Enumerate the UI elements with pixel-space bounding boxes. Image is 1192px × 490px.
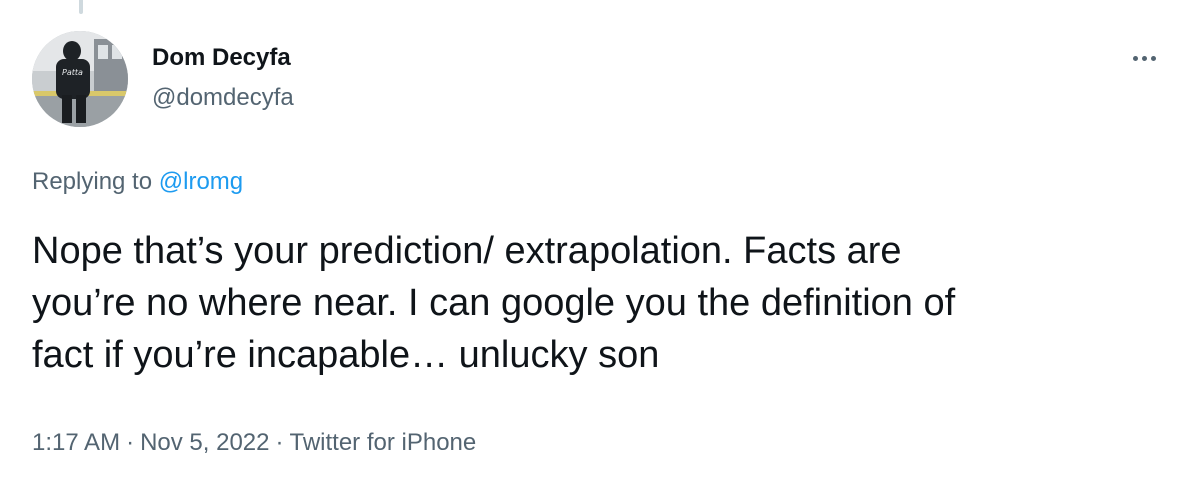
reply-mention-link[interactable]: @lromg — [159, 168, 243, 195]
meta-separator: · — [126, 429, 135, 456]
avatar[interactable]: Patta — [32, 31, 128, 127]
tweet-source[interactable]: Twitter for iPhone — [289, 429, 476, 456]
author-info: Dom Decyfa @domdecyfa — [152, 44, 294, 112]
tweet-metadata: 1:17 AM · Nov 5, 2022 · Twitter for iPhone — [32, 427, 476, 459]
replying-to-label: Replying to — [32, 168, 159, 195]
more-horizontal-icon-dot — [1150, 55, 1156, 61]
more-horizontal-icon — [1132, 55, 1138, 61]
svg-text:Patta: Patta — [62, 68, 83, 77]
meta-separator: · — [275, 429, 284, 456]
user-avatar-photo-icon: Patta — [32, 31, 128, 127]
author-display-name[interactable]: Dom Decyfa — [152, 44, 294, 72]
thread-connector-line — [79, 0, 83, 14]
tweet-date[interactable]: Nov 5, 2022 — [140, 429, 269, 456]
tweet-time[interactable]: 1:17 AM — [32, 429, 120, 456]
more-horizontal-icon-dot — [1141, 55, 1147, 61]
author-handle[interactable]: @domdecyfa — [152, 84, 294, 112]
more-options-button[interactable] — [1124, 44, 1164, 72]
replying-to: Replying to @lromg — [32, 166, 243, 198]
tweet-text: Nope that’s your prediction/ extrapolati… — [32, 230, 956, 376]
